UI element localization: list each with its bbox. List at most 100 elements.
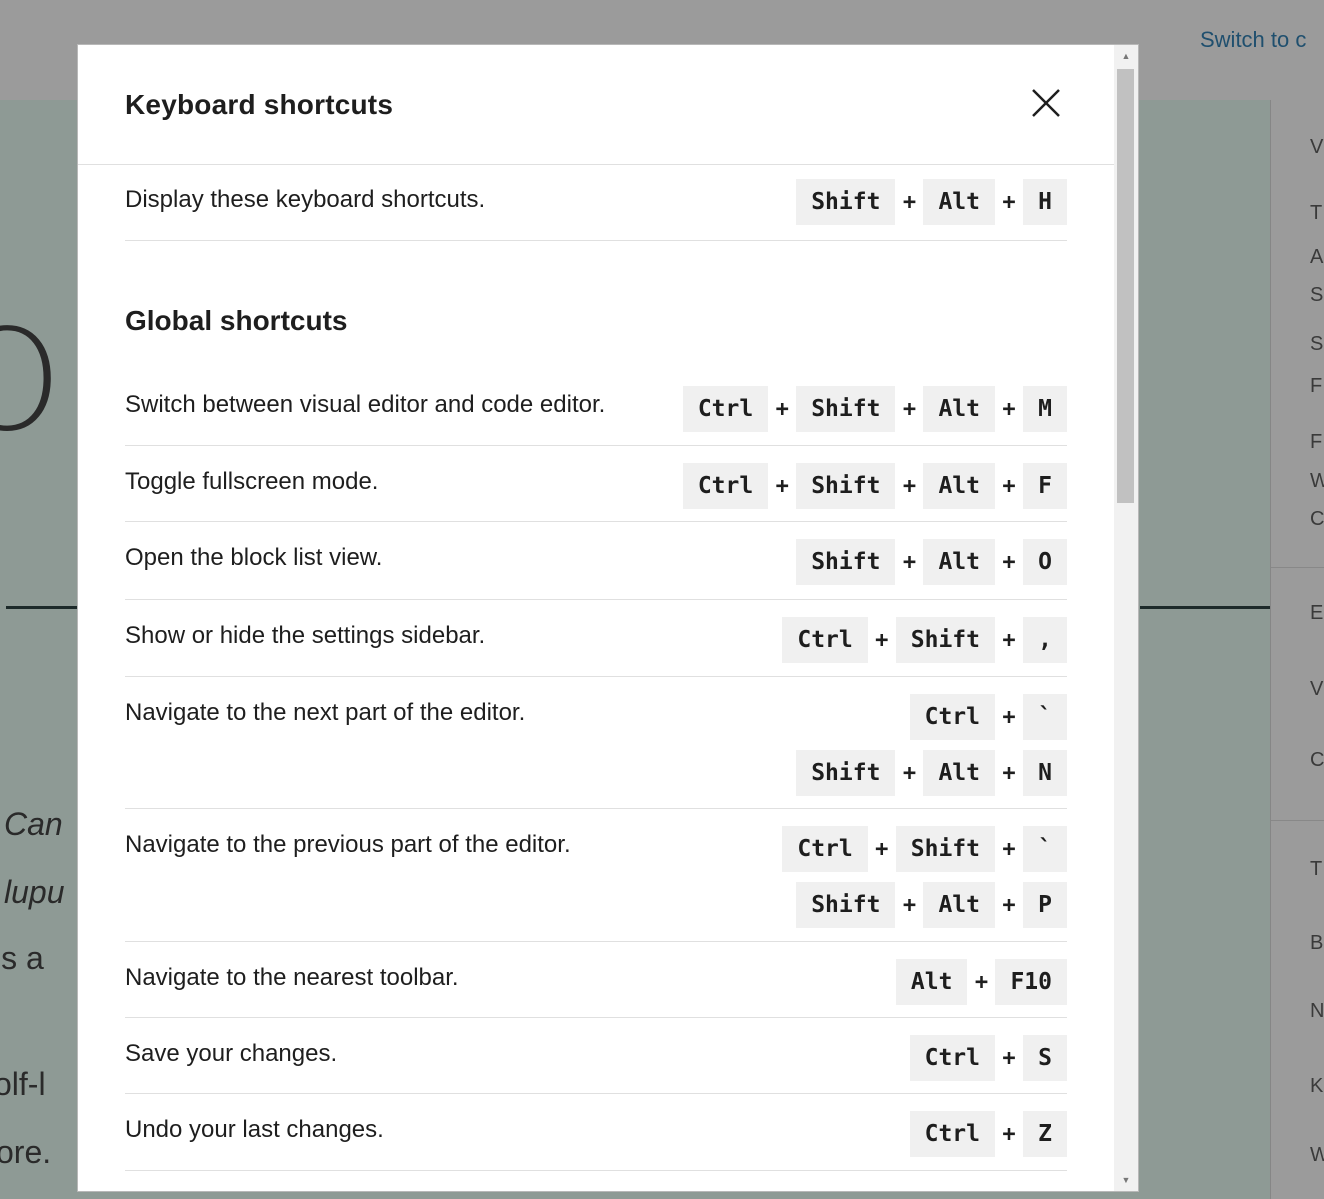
sidebar-text-fragment: V xyxy=(1310,678,1324,700)
shortcut-row: Show or hide the settings sidebar. Ctrl + S… xyxy=(125,600,1067,677)
sidebar-text-fragment: C xyxy=(1310,749,1324,771)
shortcut-description: Toggle fullscreen mode. xyxy=(125,468,379,495)
sidebar-text-fragment: T xyxy=(1310,202,1323,224)
plus-separator: + xyxy=(1002,189,1016,215)
shortcut-description: Navigate to the next part of the editor. xyxy=(125,699,526,726)
key-cap: Ctrl xyxy=(682,386,769,432)
shortcut-row: Save your changes. Ctrl + S xyxy=(125,1018,1067,1094)
plus-separator: + xyxy=(1002,892,1016,918)
plus-separator: + xyxy=(902,760,917,786)
key-combination: Ctrl + Shift +, xyxy=(782,617,1067,663)
shortcut-row: Switch between visual editor and code ed… xyxy=(125,369,1067,446)
canvas-text-fragment: olf-l xyxy=(0,1066,46,1102)
key-combination: Ctrl + S xyxy=(909,1035,1067,1081)
keyboard-shortcuts-modal: Keyboard shortcuts Display these keyboar… xyxy=(78,45,1138,1191)
canvas-text-fragment: Can xyxy=(4,806,63,842)
key-cap: Shift xyxy=(796,539,896,585)
key-cap: Shift xyxy=(796,386,896,432)
shortcut-description: Switch between visual editor and code ed… xyxy=(125,391,606,418)
shortcut-description: Save your changes. xyxy=(125,1040,338,1067)
key-cap: Shift xyxy=(796,882,896,928)
sidebar-text-fragment: B xyxy=(1310,932,1324,954)
key-combination: Ctrl + ` xyxy=(909,694,1067,740)
key-combination: Shift + Alt + O xyxy=(796,539,1067,585)
sidebar-text-fragment: W xyxy=(1310,1144,1324,1166)
plus-separator: + xyxy=(1002,627,1016,653)
plus-separator: + xyxy=(902,473,917,499)
sidebar-text-fragment: S xyxy=(1310,284,1324,306)
sidebar-text-fragment: A xyxy=(1310,246,1324,268)
key-cap: Alt xyxy=(923,750,995,796)
key-combination: Alt + F10 xyxy=(895,959,1067,1005)
canvas-separator-left xyxy=(6,606,80,609)
plus-separator: + xyxy=(1002,760,1016,786)
sidebar-text-fragment: F xyxy=(1310,375,1323,397)
key-cap: Shift xyxy=(796,463,896,509)
shortcut-description: Open the block list view. xyxy=(125,544,383,571)
next-row-partial xyxy=(78,1187,1114,1191)
plus-separator: + xyxy=(1002,549,1016,575)
plus-separator: + xyxy=(1002,396,1016,422)
plus-separator: + xyxy=(1002,836,1016,862)
plus-separator: + xyxy=(1002,1045,1016,1071)
shortcut-row: Navigate to the next part of the editor.… xyxy=(125,677,1067,809)
shortcut-row-display-shortcuts: Display these keyboard shortcuts. Shift + A… xyxy=(125,165,1067,241)
sidebar-text-fragment: S xyxy=(1310,333,1324,355)
key-cap: ` xyxy=(1023,826,1067,872)
plus-separator: + xyxy=(974,969,989,995)
key-combination: Shift + Alt + H xyxy=(796,179,1067,225)
sidebar-text-fragment: F xyxy=(1310,431,1323,453)
scroll-up-arrow-icon[interactable]: ▲ xyxy=(1114,45,1138,67)
key-cap: M xyxy=(1023,386,1067,432)
close-icon xyxy=(1032,89,1060,117)
shortcut-row: Toggle fullscreen mode. Ctrl + Shift + Alt + F xyxy=(125,446,1067,522)
shortcuts-list[interactable]: Display these keyboard shortcuts. Shift + A… xyxy=(78,165,1114,1191)
key-cap: Alt xyxy=(895,959,968,1005)
scroll-down-arrow-icon[interactable]: ▼ xyxy=(1114,1169,1138,1191)
plus-separator: + xyxy=(775,473,789,499)
shortcut-row: Navigate to the nearest toolbar. Alt + F10 xyxy=(125,942,1067,1018)
canvas-text-fragment: ore. xyxy=(0,1134,52,1170)
key-cap: F xyxy=(1023,463,1067,509)
plus-separator: + xyxy=(775,396,789,422)
shortcut-row: Open the block list view. Shift + Alt + O xyxy=(125,522,1067,600)
shortcut-row: Undo your last changes. Ctrl + Z xyxy=(125,1094,1067,1171)
key-cap: Z xyxy=(1023,1111,1067,1157)
sidebar-text-fragment: N xyxy=(1310,1000,1324,1022)
key-cap: Ctrl xyxy=(909,694,995,740)
key-cap: , xyxy=(1023,617,1067,663)
close-button[interactable] xyxy=(1024,81,1068,125)
plus-separator: + xyxy=(875,627,889,653)
sidebar-text-fragment: T xyxy=(1310,858,1323,880)
sidebar-text-fragment: K xyxy=(1310,1075,1324,1097)
shortcut-description: Navigate to the nearest toolbar. xyxy=(125,964,459,991)
modal-scrollbar[interactable]: ▲ ▼ xyxy=(1114,45,1138,1191)
key-cap: Ctrl xyxy=(909,1111,995,1157)
key-cap: N xyxy=(1023,750,1067,796)
key-cap: ` xyxy=(1023,694,1067,740)
switch-link[interactable]: Switch to c xyxy=(1200,27,1324,53)
plus-separator: + xyxy=(902,549,917,575)
modal-header: Keyboard shortcuts xyxy=(78,45,1114,165)
key-cap: H xyxy=(1023,179,1067,225)
section-title-global-shortcuts: Global shortcuts xyxy=(125,305,348,336)
key-cap: Ctrl xyxy=(909,1035,995,1081)
plus-separator: + xyxy=(902,892,917,918)
scrollbar-thumb[interactable] xyxy=(1117,69,1134,503)
key-combination: Ctrl + Shift + ` xyxy=(782,826,1067,872)
plus-separator: + xyxy=(902,189,917,215)
sidebar-text-fragment: C xyxy=(1310,508,1324,530)
key-cap: Shift xyxy=(895,617,995,663)
key-cap: Shift xyxy=(796,750,896,796)
key-combination: Shift + Alt + P xyxy=(796,882,1067,928)
shortcut-description: Navigate to the previous part of the edi… xyxy=(125,831,571,858)
key-combination: Ctrl + Shift + Alt + M xyxy=(682,386,1067,432)
plus-separator: + xyxy=(902,396,917,422)
canvas-text-fragment: lupu xyxy=(4,874,65,910)
sidebar-divider xyxy=(1271,820,1324,821)
shortcut-description: Display these keyboard shortcuts. xyxy=(125,186,486,213)
plus-separator: + xyxy=(1002,1121,1016,1147)
sidebar-text-fragment: W xyxy=(1310,470,1324,492)
key-cap: Ctrl xyxy=(682,463,769,509)
key-cap: Alt xyxy=(923,539,995,585)
